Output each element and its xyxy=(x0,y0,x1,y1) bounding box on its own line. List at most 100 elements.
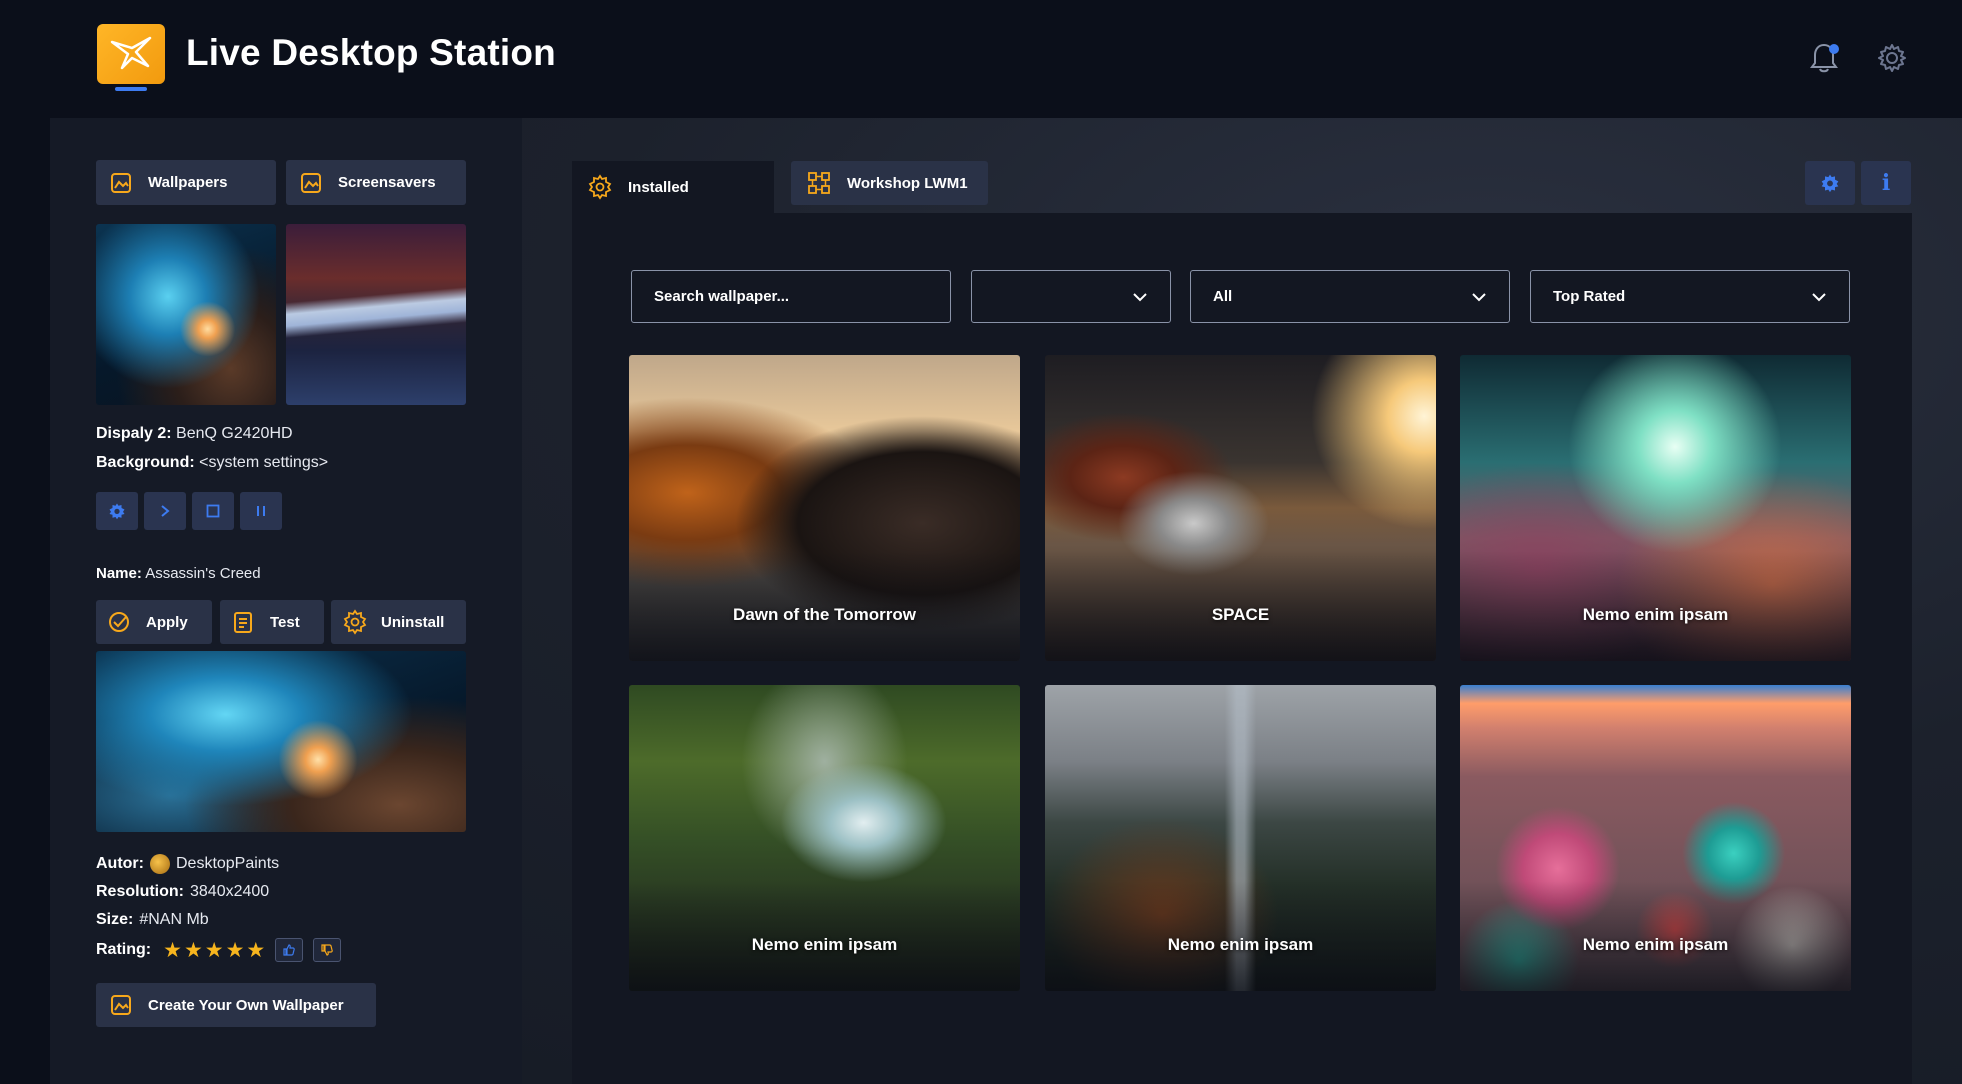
name-label: Name: xyxy=(96,565,142,582)
display-settings-button[interactable] xyxy=(96,492,138,530)
tab-wallpapers-label: Wallpapers xyxy=(148,174,228,191)
name-value: Assassin's Creed xyxy=(145,565,261,582)
resolution-value: 3840x2400 xyxy=(190,883,270,900)
display-label: Dispaly 2: xyxy=(96,425,172,442)
wallpaper-card[interactable]: Nemo enim ipsam xyxy=(1460,685,1851,991)
stop-icon xyxy=(206,504,220,518)
uninstall-icon xyxy=(341,608,369,636)
search-placeholder: Search wallpaper... xyxy=(654,288,790,305)
content-settings-button[interactable] xyxy=(1805,161,1855,205)
resolution-label: Resolution: xyxy=(96,883,184,900)
settings-icon xyxy=(109,503,125,520)
category-select[interactable] xyxy=(971,270,1171,323)
thumbs-down-button[interactable] xyxy=(313,938,342,962)
stop-button[interactable] xyxy=(192,492,234,530)
display-value: BenQ G2420HD xyxy=(176,425,293,442)
author-label: Autor: xyxy=(96,855,144,872)
type-value: All xyxy=(1213,288,1233,305)
resolution-info: Resolution: 3840x2400 xyxy=(96,883,269,901)
apply-icon xyxy=(106,608,134,636)
star-icon: ★ xyxy=(183,938,203,962)
wallpaper-icon xyxy=(108,170,134,196)
wallpaper-card-title: Nemo enim ipsam xyxy=(1582,935,1729,954)
app-title: Live Desktop Station xyxy=(186,32,556,73)
wallpaper-card[interactable]: Dawn of the Tomorrow xyxy=(629,355,1020,661)
test-icon xyxy=(230,608,258,636)
wallpaper-card[interactable]: Nemo enim ipsam xyxy=(1460,355,1851,661)
star-icon: ★ xyxy=(163,938,182,962)
create-wallpaper-button[interactable]: Create Your Own Wallpaper xyxy=(96,983,376,1027)
pause-button[interactable] xyxy=(240,492,282,530)
screensaver-icon xyxy=(298,170,324,196)
author-avatar xyxy=(149,854,170,874)
play-button[interactable] xyxy=(144,492,186,530)
notification-button[interactable] xyxy=(1806,40,1842,76)
size-label: Size: xyxy=(96,911,134,928)
tab-screensavers[interactable]: Screensavers xyxy=(286,160,466,205)
info-button[interactable]: i xyxy=(1861,161,1911,205)
apply-label: Apply xyxy=(146,613,188,631)
rating-info: Rating: ★ ★ ★ ★ ★ xyxy=(96,938,342,962)
type-select[interactable]: All xyxy=(1190,270,1510,323)
chevron-down-icon xyxy=(1472,292,1486,301)
chevron-down-icon xyxy=(1812,292,1826,301)
gear-icon xyxy=(586,173,614,201)
thumbs-down-icon xyxy=(321,944,334,956)
tab-wallpapers[interactable]: Wallpapers xyxy=(96,160,276,205)
tab-workshop-label: Workshop LWM1 xyxy=(847,174,968,192)
rating-label: Rating: xyxy=(96,941,152,958)
sort-value: Top Rated xyxy=(1553,288,1626,305)
tab-installed[interactable]: Installed xyxy=(572,161,774,213)
create-wallpaper-label: Create Your Own Wallpaper xyxy=(148,996,344,1014)
info-icon: i xyxy=(1881,170,1891,196)
wallpaper-preview xyxy=(96,651,466,832)
author-info: Autor: DesktopPaints xyxy=(96,854,279,874)
background-label: Background: xyxy=(96,454,195,471)
chevron-down-icon xyxy=(1133,292,1147,301)
background-info: Background: <system settings> xyxy=(96,454,328,472)
bird-icon xyxy=(110,36,152,70)
display-thumbnail-2[interactable] xyxy=(286,224,466,405)
tab-screensavers-label: Screensavers xyxy=(338,174,436,191)
wallpaper-card[interactable]: Nemo enim ipsam xyxy=(629,685,1020,991)
settings-button[interactable] xyxy=(1874,40,1910,76)
wallpaper-card[interactable]: Nemo enim ipsam xyxy=(1045,685,1436,991)
pause-icon xyxy=(257,506,265,516)
rating-stars: ★ ★ ★ ★ ★ xyxy=(163,940,265,961)
uninstall-label: Uninstall xyxy=(381,613,445,631)
tab-installed-label: Installed xyxy=(628,178,689,196)
wallpaper-icon xyxy=(108,992,134,1018)
thumbs-up-icon xyxy=(283,944,296,956)
test-label: Test xyxy=(270,613,300,631)
star-icon: ★ xyxy=(246,938,266,962)
background-value: <system settings> xyxy=(199,454,329,471)
display-info: Dispaly 2: BenQ G2420HD xyxy=(96,425,293,443)
thumbs-up-button[interactable] xyxy=(275,938,304,962)
author-value: DesktopPaints xyxy=(175,855,280,872)
test-button[interactable]: Test xyxy=(220,600,324,644)
wallpaper-name: Name: Assassin's Creed xyxy=(96,565,261,582)
app-header: Live Desktop Station xyxy=(0,0,1962,118)
wallpaper-card-title: Nemo enim ipsam xyxy=(1582,605,1729,624)
logo-underline xyxy=(115,87,147,91)
size-value: #NAN Mb xyxy=(139,911,209,928)
display-thumbnail-1[interactable] xyxy=(96,224,276,405)
sort-select[interactable]: Top Rated xyxy=(1530,270,1850,323)
size-info: Size: #NAN Mb xyxy=(96,911,209,929)
search-input[interactable]: Search wallpaper... xyxy=(631,270,951,323)
play-icon xyxy=(161,505,170,517)
star-icon: ★ xyxy=(225,938,245,962)
wallpaper-card[interactable]: SPACE xyxy=(1045,355,1436,661)
apply-button[interactable]: Apply xyxy=(96,600,212,644)
tab-workshop[interactable]: Workshop LWM1 xyxy=(791,161,988,205)
notification-dot xyxy=(1829,44,1839,54)
settings-icon xyxy=(1821,174,1839,193)
wallpaper-card-title: Dawn of the Tomorrow xyxy=(733,605,916,624)
star-icon: ★ xyxy=(204,938,224,962)
gear-icon xyxy=(1878,44,1906,72)
uninstall-button[interactable]: Uninstall xyxy=(331,600,466,644)
wallpaper-card-title: SPACE xyxy=(1211,605,1270,624)
wallpaper-card-title: Nemo enim ipsam xyxy=(751,935,898,954)
wallpaper-card-title: Nemo enim ipsam xyxy=(1167,935,1314,954)
app-logo xyxy=(97,24,165,84)
